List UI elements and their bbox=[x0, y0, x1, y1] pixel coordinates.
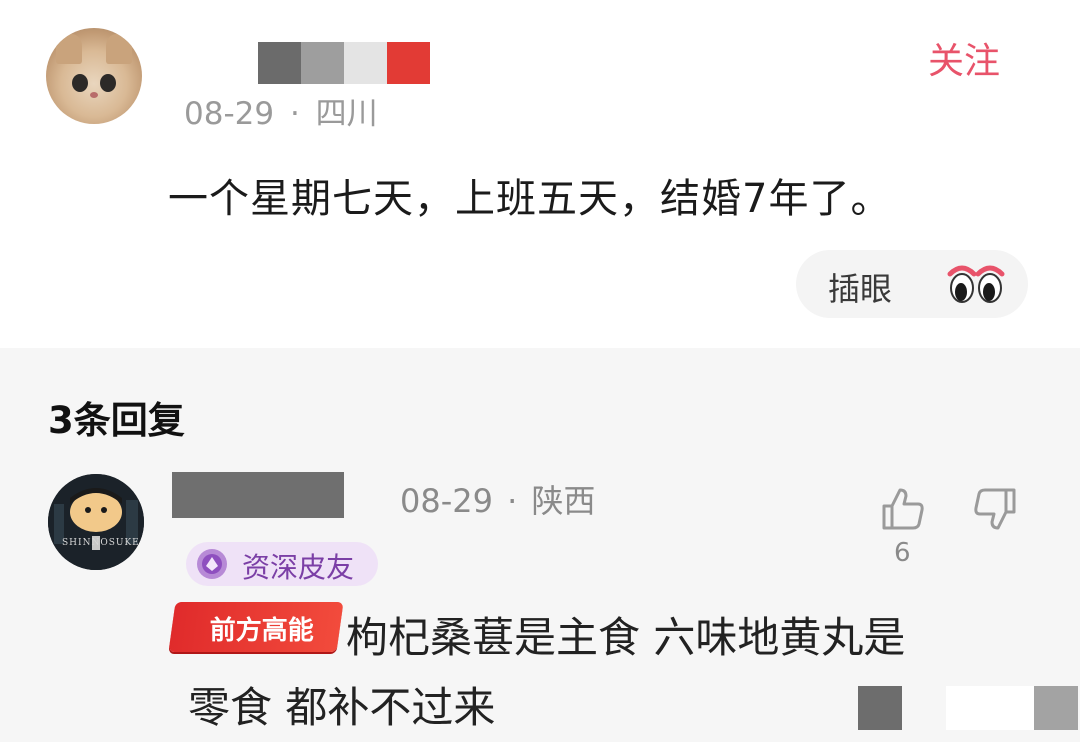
reply-text-line: 枸杞桑葚是主食 六味地黄丸是 bbox=[346, 613, 906, 662]
avatar-caption: SHINNOSUKE bbox=[62, 538, 140, 548]
thumbs-down-icon[interactable] bbox=[970, 484, 1020, 534]
replies-count-title: 3条回复 bbox=[48, 399, 185, 442]
post-location: 四川 bbox=[315, 96, 378, 132]
post-card: 08-29 · 四川 关注 一个星期七天，上班五天，结婚7年了。 插眼 bbox=[0, 0, 1080, 348]
redaction-block bbox=[902, 686, 946, 730]
post-meta: 08-29 · 四川 bbox=[184, 88, 378, 133]
thumbs-up-icon[interactable] bbox=[878, 484, 928, 534]
redaction-block bbox=[1034, 686, 1078, 730]
redaction-block bbox=[344, 42, 387, 84]
redaction-block bbox=[858, 686, 902, 730]
post-text: 一个星期七天，上班五天，结婚7年了。 bbox=[168, 176, 892, 222]
redaction-block bbox=[301, 42, 344, 84]
avatar-eye-left bbox=[72, 74, 88, 92]
like-count: 6 bbox=[894, 538, 911, 568]
replies-section: 3条回复 SHINNOSUKE 08-29 · 陕西 资深皮友 前方高能 枸杞桑… bbox=[0, 348, 1080, 742]
meta-separator: · bbox=[289, 96, 300, 132]
reply-username-redacted[interactable] bbox=[172, 472, 344, 518]
highlight-tag: 前方高能 bbox=[168, 602, 344, 652]
tag-label: 前方高能 bbox=[209, 616, 314, 646]
reply-location: 陕西 bbox=[531, 482, 596, 520]
avatar-nose bbox=[90, 92, 98, 98]
redaction-mosaic bbox=[858, 686, 1078, 730]
peeking-eyes-icon bbox=[947, 265, 1005, 303]
reply-text-line: 零食 都补不过来 bbox=[188, 683, 496, 732]
avatar-ear-left bbox=[56, 34, 82, 64]
avatar-ear-right bbox=[106, 34, 132, 64]
redaction-block bbox=[387, 42, 430, 84]
reaction-label: 插眼 bbox=[828, 270, 893, 308]
reply-avatar[interactable]: SHINNOSUKE bbox=[48, 474, 144, 570]
meta-separator: · bbox=[507, 482, 518, 520]
username-redacted[interactable] bbox=[258, 42, 430, 84]
cartoon-avatar-icon bbox=[48, 474, 144, 570]
follow-button[interactable]: 关注 bbox=[928, 32, 1000, 84]
reaction-button[interactable]: 插眼 bbox=[796, 250, 1028, 318]
reply-date: 08-29 bbox=[400, 482, 493, 520]
post-date: 08-29 bbox=[184, 96, 275, 132]
badge-emblem-icon bbox=[197, 549, 227, 579]
badge-label: 资深皮友 bbox=[242, 551, 355, 584]
cat-avatar-icon[interactable] bbox=[46, 28, 142, 124]
reply-meta: 08-29 · 陕西 bbox=[400, 476, 596, 522]
avatar-eye-right bbox=[100, 74, 116, 92]
redaction-block bbox=[258, 42, 301, 84]
user-badge[interactable]: 资深皮友 bbox=[186, 542, 378, 586]
redaction-block bbox=[946, 686, 1034, 730]
